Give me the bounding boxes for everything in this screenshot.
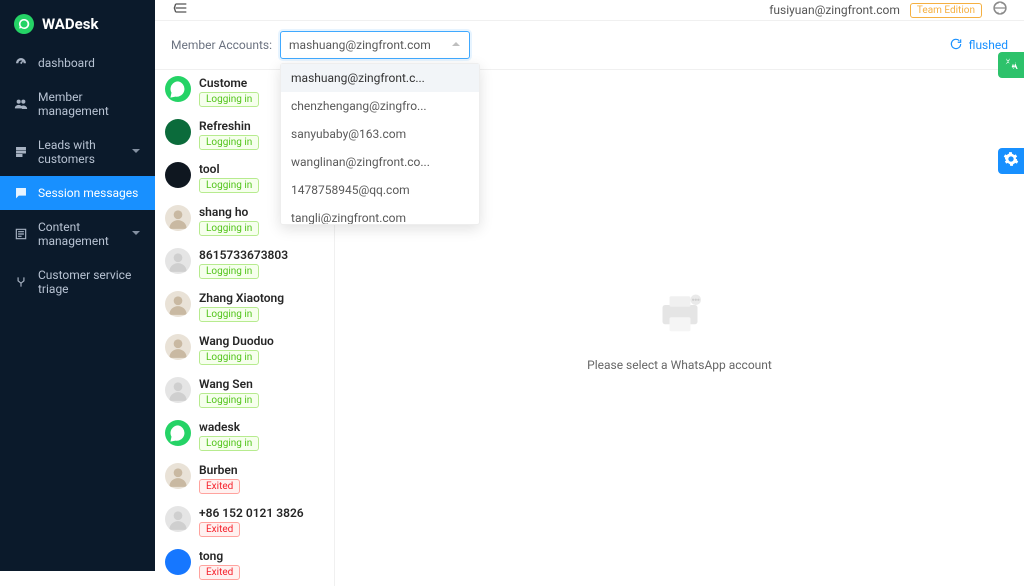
- avatar: [165, 76, 191, 102]
- dropdown-option[interactable]: tangli@zingfront.com: [281, 204, 479, 224]
- dropdown-scroll[interactable]: mashuang@zingfront.c... chenzhengang@zin…: [281, 64, 479, 224]
- status-badge: Exited: [199, 565, 240, 580]
- status-badge: Logging in: [199, 92, 259, 107]
- toolbar: Member Accounts: mashuang@zingfront.com …: [155, 21, 1024, 69]
- brand-name: WADesk: [42, 15, 98, 33]
- contact-row[interactable]: wadesk Logging in: [155, 414, 334, 457]
- avatar: [165, 119, 191, 145]
- contact-row[interactable]: Zhang Xiaotong Logging in: [155, 285, 334, 328]
- contact-row[interactable]: +86 152 0121 3826 Exited: [155, 500, 334, 543]
- avatar: [165, 205, 191, 231]
- status-badge: Logging in: [199, 178, 259, 193]
- contact-row[interactable]: tong Exited: [155, 543, 334, 586]
- gear-icon: [1003, 151, 1019, 171]
- sidebar-item-label: Content management: [38, 220, 121, 248]
- user-email: fusiyuan@zingfront.com: [769, 3, 900, 17]
- collapse-sidebar-button[interactable]: [171, 0, 191, 20]
- status-badge: Logging in: [199, 221, 259, 236]
- contact-name: Zhang Xiaotong: [199, 291, 284, 305]
- contact-row[interactable]: Wang Sen Logging in: [155, 371, 334, 414]
- chevron-down-icon: [131, 145, 141, 159]
- team-edition-badge: Team Edition: [910, 3, 982, 18]
- dropdown-option[interactable]: 1478758945@qq.com: [281, 176, 479, 204]
- member-account-selected-value: mashuang@zingfront.com: [289, 38, 431, 52]
- avatar: [165, 506, 191, 532]
- contact-row[interactable]: Burben Exited: [155, 457, 334, 500]
- language-button[interactable]: [992, 0, 1008, 20]
- status-badge: Logging in: [199, 307, 259, 322]
- avatar: [165, 162, 191, 188]
- sidebar-item-member-management[interactable]: Member management: [0, 80, 155, 128]
- refresh-label: flushed: [969, 38, 1008, 52]
- avatar: [165, 549, 191, 575]
- dropdown-option[interactable]: mashuang@zingfront.c...: [281, 64, 479, 92]
- status-badge: Logging in: [199, 264, 259, 279]
- refresh-button[interactable]: flushed: [949, 37, 1008, 54]
- avatar: [165, 291, 191, 317]
- status-badge: Exited: [199, 522, 240, 537]
- sidebar-item-content-management[interactable]: Content management: [0, 210, 155, 258]
- status-badge: Logging in: [199, 436, 259, 451]
- settings-button[interactable]: [998, 148, 1024, 174]
- sidebar-item-label: Member management: [38, 90, 141, 118]
- member-accounts-label: Member Accounts:: [171, 38, 272, 52]
- sidebar: WADesk dashboard Member management Leads…: [0, 0, 155, 571]
- sidebar-item-label: dashboard: [38, 56, 95, 70]
- chat-icon: [14, 186, 28, 200]
- topbar: fusiyuan@zingfront.com Team Edition: [155, 0, 1024, 21]
- status-badge: Logging in: [199, 350, 259, 365]
- dropdown-option[interactable]: sanyubaby@163.com: [281, 120, 479, 148]
- refresh-icon: [949, 37, 963, 54]
- status-badge: Exited: [199, 479, 240, 494]
- users-icon: [14, 97, 28, 111]
- printer-icon: [652, 284, 708, 344]
- contact-row[interactable]: Wang Duoduo Logging in: [155, 328, 334, 371]
- sidebar-item-session-messages[interactable]: Session messages: [0, 176, 155, 210]
- main: fusiyuan@zingfront.com Team Edition Memb…: [155, 0, 1024, 571]
- sidebar-item-triage[interactable]: Customer service triage: [0, 258, 155, 306]
- contact-name: tool: [199, 162, 259, 176]
- leads-icon: [14, 145, 28, 159]
- sidebar-item-dashboard[interactable]: dashboard: [0, 46, 155, 80]
- contact-row[interactable]: 8615733673803 Logging in: [155, 242, 334, 285]
- avatar: [165, 334, 191, 360]
- member-account-select[interactable]: mashuang@zingfront.com mashuang@zingfron…: [280, 31, 470, 59]
- gauge-icon: [14, 56, 28, 70]
- sidebar-item-leads[interactable]: Leads with customers: [0, 128, 155, 176]
- nav: dashboard Member management Leads with c…: [0, 46, 155, 306]
- sidebar-item-label: Leads with customers: [38, 138, 121, 166]
- contact-name: Custome: [199, 76, 259, 90]
- contact-name: +86 152 0121 3826: [199, 506, 304, 520]
- status-badge: Logging in: [199, 135, 259, 150]
- contact-name: Burben: [199, 463, 240, 477]
- dropdown-option[interactable]: wanglinan@zingfront.co...: [281, 148, 479, 176]
- contact-name: tong: [199, 549, 240, 563]
- globe-icon: [992, 5, 1008, 20]
- sidebar-item-label: Customer service triage: [38, 268, 141, 296]
- avatar: [165, 420, 191, 446]
- status-badge: Logging in: [199, 393, 259, 408]
- member-account-dropdown: mashuang@zingfront.c... chenzhengang@zin…: [280, 63, 480, 225]
- contact-name: Wang Duoduo: [199, 334, 274, 348]
- chevron-down-icon: [131, 227, 141, 241]
- content-icon: [14, 227, 28, 241]
- contact-name: wadesk: [199, 420, 259, 434]
- avatar: [165, 248, 191, 274]
- brand-logo-icon: [14, 14, 34, 34]
- contact-name: Wang Sen: [199, 377, 259, 391]
- avatar: [165, 377, 191, 403]
- contact-name: shang ho: [199, 205, 259, 219]
- contact-name: 8615733673803: [199, 248, 288, 262]
- member-account-select-box[interactable]: mashuang@zingfront.com: [280, 31, 470, 59]
- chevron-up-icon: [451, 38, 461, 52]
- contact-name: Refreshin: [199, 119, 259, 133]
- avatar: [165, 463, 191, 489]
- dropdown-option[interactable]: chenzhengang@zingfro...: [281, 92, 479, 120]
- sidebar-item-label: Session messages: [38, 186, 138, 200]
- collapse-icon: [173, 0, 189, 20]
- route-icon: [14, 275, 28, 289]
- brand: WADesk: [0, 0, 155, 46]
- empty-text: Please select a WhatsApp account: [587, 358, 772, 372]
